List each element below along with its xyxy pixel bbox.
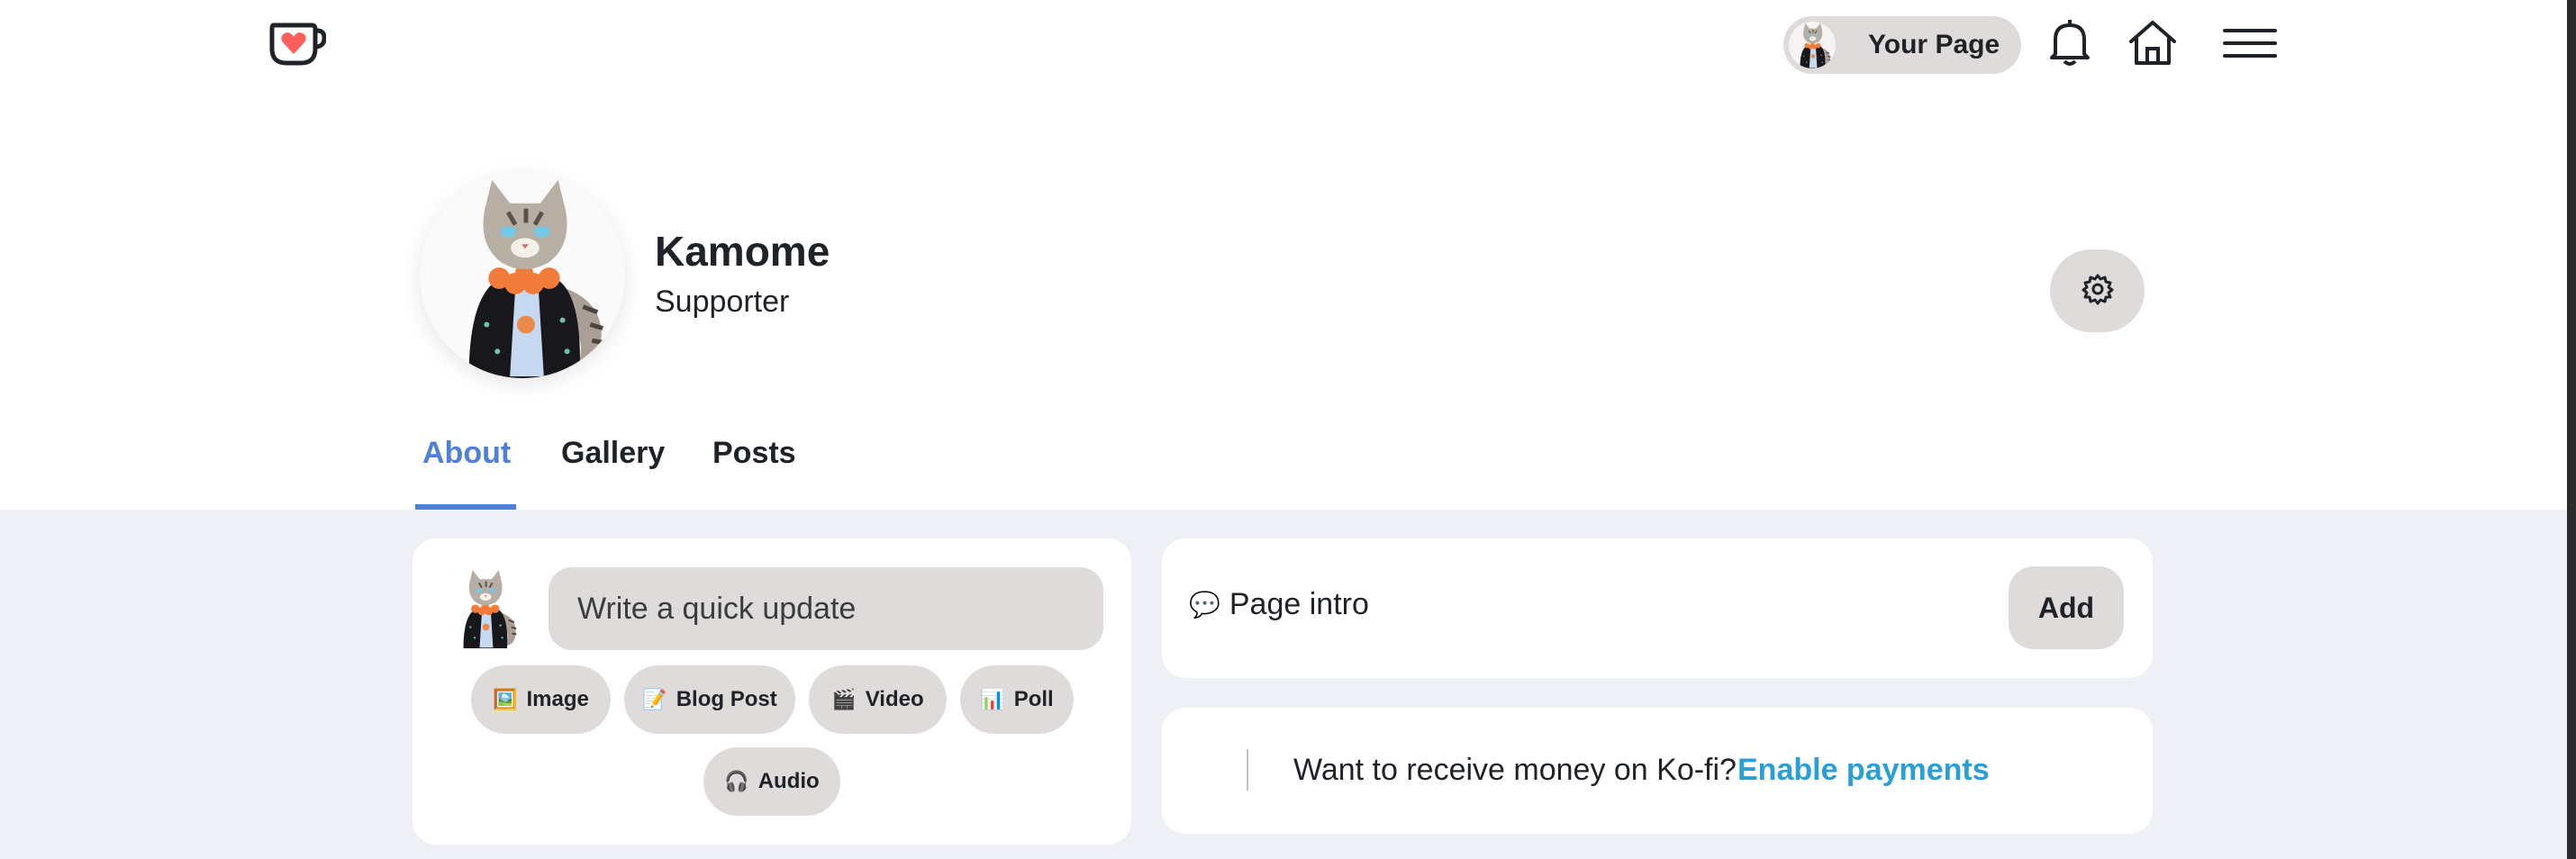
bell-icon[interactable] (2046, 18, 2093, 72)
poll-button-label: Poll (1013, 687, 1054, 711)
payments-prompt: Want to receive money on Ko-fi? (1293, 753, 1737, 787)
enable-payments-link[interactable]: Enable payments (1737, 753, 1990, 788)
quick-update-input[interactable]: Write a quick update (549, 567, 1103, 650)
video-button[interactable]: 🎬 Video (809, 665, 947, 734)
avatar (447, 567, 522, 648)
tab-posts[interactable]: Posts (712, 436, 796, 471)
clapper-icon: 🎬 (831, 688, 857, 711)
divider (1247, 749, 1248, 791)
avatar (1789, 22, 1836, 68)
your-page-button[interactable]: Your Page (1783, 16, 2021, 74)
add-intro-button[interactable]: Add (2009, 566, 2124, 649)
image-icon: 🖼️ (493, 688, 518, 711)
video-button-label: Video (865, 687, 924, 711)
menu-icon[interactable] (2223, 27, 2277, 63)
your-page-label: Your Page (1868, 30, 2000, 59)
headphones-icon: 🎧 (724, 770, 749, 793)
blog-post-button-label: Blog Post (676, 687, 777, 711)
bar-chart-icon: 📊 (980, 688, 1005, 711)
header-background (0, 0, 2576, 510)
page-intro-text: Page intro (1229, 587, 1369, 621)
image-button[interactable]: 🖼️ Image (471, 665, 611, 734)
home-icon[interactable] (2127, 18, 2178, 72)
profile-name: Kamome (655, 228, 830, 275)
memo-icon: 📝 (642, 688, 667, 711)
poll-button[interactable]: 📊 Poll (960, 665, 1074, 734)
audio-button[interactable]: 🎧 Audio (703, 747, 840, 816)
audio-button-label: Audio (757, 769, 820, 793)
speech-bubble-icon: 💬 (1189, 590, 1220, 619)
tab-gallery[interactable]: Gallery (561, 436, 665, 471)
gear-icon (2082, 273, 2114, 309)
window-edge (2567, 0, 2576, 859)
active-tab-indicator (415, 504, 516, 510)
tab-about[interactable]: About (422, 436, 511, 471)
image-button-label: Image (526, 687, 589, 711)
blog-post-button[interactable]: 📝 Blog Post (624, 665, 795, 734)
settings-button[interactable] (2050, 249, 2145, 332)
profile-avatar[interactable] (420, 173, 625, 378)
page-intro-label: 💬 Page intro (1189, 587, 1369, 622)
profile-role: Supporter (655, 285, 790, 319)
ko-fi-cup-icon[interactable] (268, 18, 327, 68)
profile-page: Your Page Kamome Supporter About Gallery… (0, 0, 2576, 859)
